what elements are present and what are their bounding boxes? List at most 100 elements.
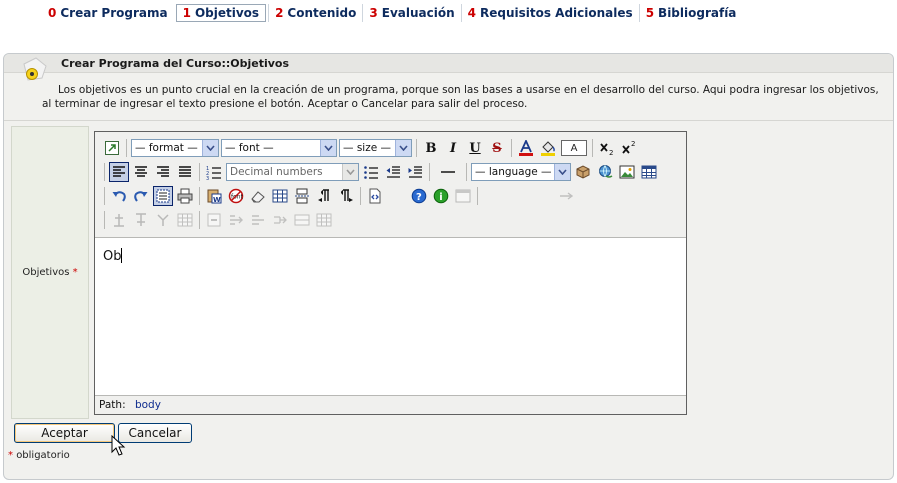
insert-column-after-button[interactable] — [556, 186, 576, 206]
underline-button[interactable]: U — [465, 138, 485, 158]
toolbar-separator — [104, 211, 105, 229]
chevron-down-icon — [320, 140, 336, 156]
italic-icon: I — [449, 140, 457, 156]
table-cell-button[interactable] — [175, 210, 195, 230]
about-button[interactable]: i — [431, 186, 451, 206]
toolbar-separator — [416, 139, 417, 157]
insert-table-button[interactable] — [639, 162, 659, 182]
align-left-button[interactable] — [109, 162, 129, 182]
align-right-button[interactable] — [153, 162, 173, 182]
bullet-list-button[interactable] — [361, 162, 381, 182]
paste-word-icon: W — [207, 189, 222, 204]
field-label-cell: Objetivos * — [11, 126, 89, 419]
insert-row-after-button[interactable] — [131, 210, 151, 230]
page-break-icon — [295, 188, 309, 204]
text-caret — [121, 248, 123, 263]
split-cells-icon — [274, 216, 287, 224]
page-break-button[interactable] — [292, 186, 312, 206]
table-properties-icon — [272, 189, 288, 203]
chevron-down-icon — [554, 164, 570, 180]
bold-icon: B — [425, 140, 437, 156]
printer-icon — [177, 188, 193, 204]
select-all-button[interactable] — [153, 186, 173, 206]
delete-row-button[interactable] — [153, 210, 173, 230]
source-code-button[interactable] — [365, 186, 385, 206]
insert-image-button[interactable] — [617, 162, 637, 182]
remove-format-icon: font — [228, 188, 244, 204]
indent-button[interactable] — [405, 162, 425, 182]
insert-row-before-button[interactable] — [109, 210, 129, 230]
size-select[interactable]: — size — — [339, 139, 412, 157]
path-body-link[interactable]: body — [135, 399, 161, 411]
format-select[interactable]: — format — — [131, 139, 219, 157]
cancel-button[interactable]: Cancelar — [118, 423, 192, 443]
tab-number: 4 — [467, 6, 476, 20]
paste-word-button[interactable]: W — [204, 186, 224, 206]
delete-col-button[interactable] — [248, 210, 268, 230]
indent-icon — [408, 166, 422, 178]
panel-title: Crear Programa del Curso::Objetivos — [61, 57, 290, 70]
tab-evaluacion[interactable]: 3 Evaluación — [362, 4, 460, 22]
table-cell-icon — [177, 213, 193, 227]
redo-icon — [134, 191, 148, 202]
numbered-list-icon: 123 — [206, 166, 221, 180]
numbered-list-button[interactable]: 123 — [204, 162, 224, 182]
superscript-button[interactable]: 2 — [619, 138, 639, 158]
mouse-cursor-icon — [111, 435, 126, 456]
align-center-button[interactable] — [131, 162, 151, 182]
horizontal-rule-button[interactable] — [434, 162, 462, 182]
svg-text:3: 3 — [206, 176, 209, 180]
split-cells-button[interactable] — [270, 210, 290, 230]
toolbar-separator — [199, 187, 200, 205]
subscript-button[interactable]: 2 — [597, 138, 617, 158]
text-color-button[interactable] — [516, 138, 536, 158]
tab-crear-programa[interactable]: 0 Crear Programa — [42, 4, 174, 22]
language-select[interactable]: — language — — [471, 163, 571, 181]
chevron-down-icon — [395, 140, 411, 156]
fullscreen-button[interactable] — [453, 186, 473, 206]
tab-requisitos-adicionales[interactable]: 4 Requisitos Adicionales — [460, 4, 639, 22]
table-properties-button[interactable] — [270, 186, 290, 206]
font-select[interactable]: — font — — [221, 139, 337, 157]
tab-label: Contenido — [287, 6, 357, 20]
accept-button[interactable]: Aceptar — [14, 423, 115, 443]
align-justify-button[interactable] — [175, 162, 195, 182]
expand-editor-icon[interactable] — [102, 138, 122, 158]
delete-row-icon — [157, 214, 169, 226]
info-icon: i — [433, 188, 449, 204]
undo-button[interactable] — [109, 186, 129, 206]
font-size-box[interactable]: A — [561, 140, 587, 156]
divider — [4, 120, 893, 121]
chevron-down-icon — [202, 140, 218, 156]
tab-bibliografia[interactable]: 5 Bibliografía — [638, 4, 743, 22]
insert-col-after-button[interactable] — [226, 210, 246, 230]
remove-format-button[interactable]: font — [226, 186, 246, 206]
ltr-button[interactable] — [314, 186, 334, 206]
background-color-button[interactable] — [538, 138, 558, 158]
list-style-select[interactable]: Decimal numbers — [226, 163, 359, 181]
row-properties-button[interactable] — [314, 210, 334, 230]
toolbar-separator — [199, 163, 200, 181]
rtl-button[interactable] — [336, 186, 356, 206]
bold-button[interactable]: B — [421, 138, 441, 158]
chevron-down-icon — [342, 164, 358, 180]
tab-objetivos[interactable]: 1 Objetivos — [175, 4, 267, 22]
spellcheck-button[interactable] — [573, 162, 593, 182]
redo-button[interactable] — [131, 186, 151, 206]
editor-content-area[interactable]: Ob — [95, 238, 686, 396]
toolbar-row-3: W font ? i — [101, 185, 577, 207]
insert-col-before-button[interactable] — [204, 210, 224, 230]
print-button[interactable] — [175, 186, 195, 206]
svg-text:?: ? — [416, 192, 422, 203]
merge-cells-button[interactable] — [292, 210, 312, 230]
svg-text:i: i — [439, 192, 442, 203]
italic-button[interactable]: I — [443, 138, 463, 158]
package-icon — [576, 165, 590, 179]
help-button[interactable]: ? — [409, 186, 429, 206]
toolbar-separator — [592, 139, 593, 157]
outdent-button[interactable] — [383, 162, 403, 182]
tab-contenido[interactable]: 2 Contenido — [268, 4, 362, 22]
strikethrough-button[interactable]: S — [487, 138, 507, 158]
insert-link-button[interactable] — [595, 162, 615, 182]
eraser-button[interactable] — [248, 186, 268, 206]
